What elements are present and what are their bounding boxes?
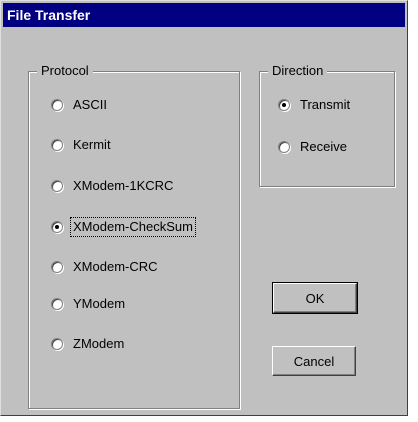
radio-button-icon bbox=[51, 139, 63, 151]
protocol-option-ascii[interactable]: ASCII bbox=[51, 96, 109, 114]
protocol-option-label: XModem-CheckSum bbox=[70, 217, 196, 237]
protocol-option-label: XModem-1KCRC bbox=[73, 178, 174, 193]
radio-button-icon bbox=[51, 99, 63, 111]
radio-button-selected-icon bbox=[278, 99, 290, 111]
radio-button-icon bbox=[51, 338, 63, 350]
direction-option-label: Transmit bbox=[300, 97, 351, 112]
direction-group: Direction bbox=[259, 63, 395, 187]
radio-button-selected-icon bbox=[51, 221, 63, 233]
direction-option-receive[interactable]: Receive bbox=[278, 138, 349, 156]
protocol-option-label: Kermit bbox=[73, 137, 111, 152]
direction-group-label: Direction bbox=[268, 63, 328, 79]
protocol-option-ymodem[interactable]: YModem bbox=[51, 295, 127, 313]
radio-button-icon bbox=[51, 298, 63, 310]
protocol-option-xmodem-crc[interactable]: XModem-CRC bbox=[51, 258, 160, 276]
cancel-button[interactable]: Cancel bbox=[272, 346, 356, 376]
radio-button-icon bbox=[51, 180, 63, 192]
protocol-option-xmodem-checksum[interactable]: XModem-CheckSum bbox=[51, 217, 196, 237]
ok-button[interactable]: OK bbox=[272, 282, 358, 314]
protocol-group: Protocol bbox=[28, 63, 240, 409]
protocol-option-kermit[interactable]: Kermit bbox=[51, 136, 113, 154]
protocol-option-label: ZModem bbox=[73, 336, 125, 351]
direction-option-transmit[interactable]: Transmit bbox=[278, 96, 352, 114]
protocol-option-zmodem[interactable]: ZModem bbox=[51, 335, 126, 353]
radio-button-icon bbox=[278, 141, 290, 153]
protocol-group-label: Protocol bbox=[37, 63, 93, 79]
radio-button-icon bbox=[51, 261, 63, 273]
protocol-option-xmodem-1kcrc[interactable]: XModem-1KCRC bbox=[51, 177, 175, 195]
file-transfer-dialog: File Transfer Protocol ASCII Kermit XMod… bbox=[0, 0, 408, 416]
protocol-option-label: ASCII bbox=[73, 97, 107, 112]
dialog-title: File Transfer bbox=[3, 3, 405, 27]
protocol-option-label: XModem-CRC bbox=[73, 259, 158, 274]
protocol-option-label: YModem bbox=[73, 296, 126, 311]
direction-option-label: Receive bbox=[300, 139, 347, 154]
